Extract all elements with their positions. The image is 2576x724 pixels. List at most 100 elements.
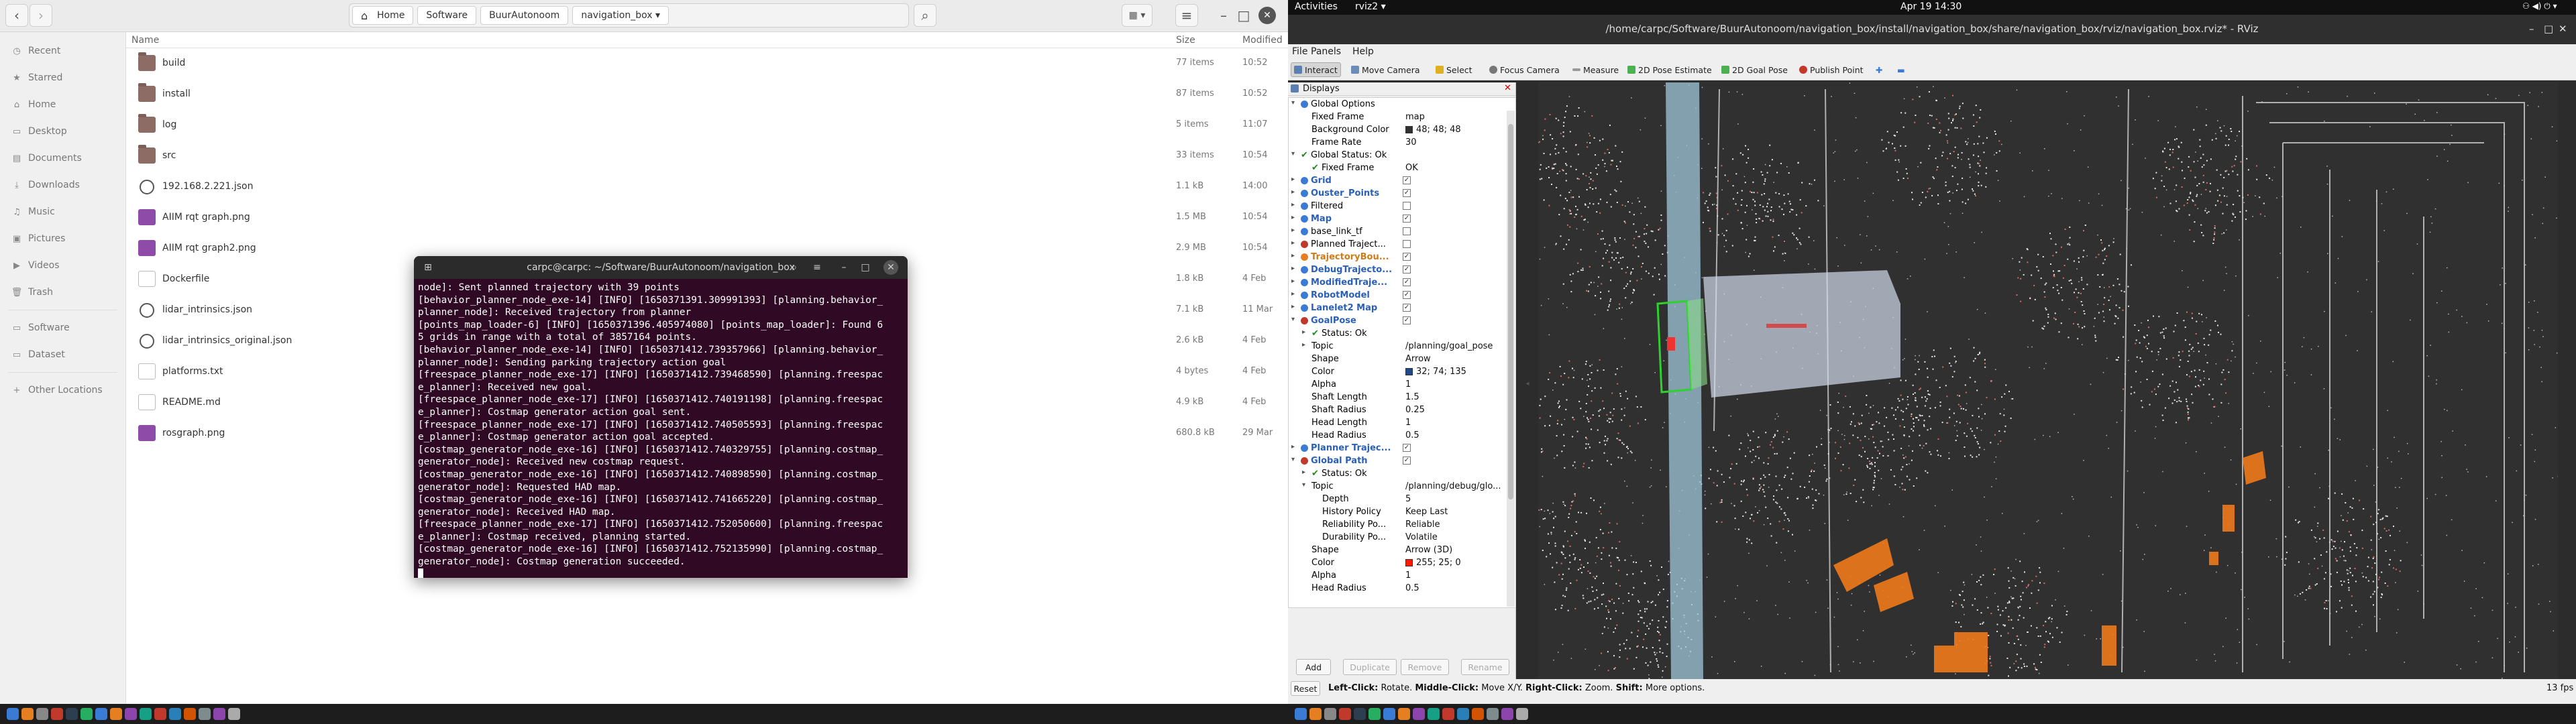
expand-arrow-icon[interactable]: ▸ bbox=[1291, 176, 1295, 183]
expand-arrow-icon[interactable]: ▸ bbox=[1291, 278, 1295, 285]
sidebar-item-dataset[interactable]: ▭ Dataset bbox=[0, 341, 125, 368]
visibility-checkbox[interactable]: ✓ bbox=[1403, 189, 1411, 197]
sidebar-item-home[interactable]: ⌂ Home bbox=[0, 91, 125, 118]
taskbar-app-icon[interactable] bbox=[1428, 708, 1440, 720]
taskbar-app-icon[interactable] bbox=[1295, 708, 1307, 720]
tree-value[interactable]: /planning/goal_pose bbox=[1405, 341, 1493, 351]
tree-row[interactable]: Shaft Length 1.5 bbox=[1289, 391, 1510, 404]
expand-arrow-icon[interactable]: ▸ bbox=[1302, 341, 1305, 349]
taskbar-app-icon[interactable] bbox=[1457, 708, 1469, 720]
visibility-checkbox[interactable]: ✓ bbox=[1403, 457, 1411, 465]
taskbar-app-icon[interactable] bbox=[154, 708, 166, 720]
remove-tool-button[interactable]: ▬ bbox=[1894, 62, 1908, 77]
tree-row[interactable]: Shape Arrow (3D) bbox=[1289, 544, 1510, 556]
tree-row[interactable]: ▸ Filtered bbox=[1289, 200, 1510, 213]
taskbar-app-icon[interactable] bbox=[51, 708, 63, 720]
tree-row[interactable]: Depth 5 bbox=[1289, 493, 1510, 505]
tree-value[interactable]: 5 bbox=[1405, 494, 1411, 504]
taskbar-app-icon[interactable] bbox=[140, 708, 152, 720]
tree-row[interactable]: ▸ RobotModel ✓ bbox=[1289, 289, 1510, 302]
visibility-checkbox[interactable]: ✓ bbox=[1403, 316, 1411, 324]
tree-row[interactable]: ▾ ✔ Global Status: Ok bbox=[1289, 149, 1510, 162]
tool-move-camera[interactable]: Move Camera bbox=[1348, 62, 1423, 77]
file-row[interactable]: AIIM rqt graph.png 1.5 MB 10:54 bbox=[126, 202, 1288, 233]
tree-row[interactable]: ▸ Planner Trajec... ✓ bbox=[1289, 442, 1510, 455]
menu-panels[interactable]: Panels bbox=[1311, 46, 1341, 57]
sidebar-item-documents[interactable]: ▤ Documents bbox=[0, 145, 125, 172]
reset-view-button[interactable]: Reset bbox=[1291, 681, 1320, 696]
sidebar-item-recent[interactable]: ◷ Recent bbox=[0, 38, 125, 64]
taskbar-app-icon[interactable] bbox=[1383, 708, 1395, 720]
tree-row[interactable]: ▸ ✔ Status: Ok bbox=[1289, 327, 1510, 340]
maximize-button[interactable]: □ bbox=[1234, 4, 1253, 27]
tree-scrollbar[interactable] bbox=[1507, 111, 1515, 607]
tree-row[interactable]: ▾ Global Options bbox=[1289, 98, 1510, 111]
tool-select[interactable]: Select bbox=[1433, 62, 1475, 77]
tree-row[interactable]: Durability Po... Volatile bbox=[1289, 531, 1510, 544]
taskbar-app-icon[interactable] bbox=[1516, 708, 1528, 720]
tree-row[interactable]: Reliability Po... Reliable bbox=[1289, 518, 1510, 531]
expand-arrow-icon[interactable]: ▸ bbox=[1291, 239, 1295, 247]
tree-row[interactable]: History Policy Keep Last bbox=[1289, 505, 1510, 518]
tree-value[interactable]: 48; 48; 48 bbox=[1416, 125, 1461, 135]
3d-viewport[interactable] bbox=[1538, 82, 2558, 679]
rename-display-button[interactable]: Rename bbox=[1461, 659, 1509, 675]
taskbar-app-icon[interactable] bbox=[1368, 708, 1381, 720]
visibility-checkbox[interactable]: ✓ bbox=[1403, 278, 1411, 286]
system-tray[interactable]: ⚇ ◀) ⏻ ▾ bbox=[2522, 1, 2557, 11]
sidebar-item-pictures[interactable]: ▣ Pictures bbox=[0, 225, 125, 252]
tree-value[interactable]: 255; 25; 0 bbox=[1416, 558, 1461, 568]
tool-measure[interactable]: Measure bbox=[1570, 62, 1621, 77]
tree-row[interactable]: ▸ Grid ✓ bbox=[1289, 174, 1510, 187]
tree-row[interactable]: ✔ Fixed Frame OK bbox=[1289, 162, 1510, 174]
visibility-checkbox[interactable]: ✓ bbox=[1403, 444, 1411, 452]
expand-arrow-icon[interactable]: ▾ bbox=[1302, 481, 1305, 489]
expand-arrow-icon[interactable]: ▸ bbox=[1302, 469, 1305, 476]
tree-row[interactable]: ▸ base_link_tf bbox=[1289, 225, 1510, 238]
visibility-checkbox[interactable]: ✓ bbox=[1403, 265, 1411, 274]
tree-row[interactable]: ▸ ✔ Status: Ok bbox=[1289, 467, 1510, 480]
taskbar-app-icon[interactable] bbox=[199, 708, 211, 720]
tree-value[interactable]: OK bbox=[1405, 163, 1418, 173]
tree-row[interactable]: Color 32; 74; 135 bbox=[1289, 365, 1510, 378]
sidebar-item-videos[interactable]: ▶ Videos bbox=[0, 252, 125, 279]
activities-button[interactable]: Activities bbox=[1295, 1, 1338, 12]
taskbar-app-icon[interactable] bbox=[1413, 708, 1425, 720]
menu-button[interactable]: ≡ bbox=[1175, 4, 1198, 27]
column-modified[interactable]: Modified bbox=[1242, 35, 1283, 46]
expand-arrow-icon[interactable]: ▸ bbox=[1291, 265, 1295, 272]
breadcrumb-software[interactable]: Software bbox=[417, 6, 477, 25]
taskbar-app-icon[interactable] bbox=[1309, 708, 1322, 720]
duplicate-display-button[interactable]: Duplicate bbox=[1343, 659, 1397, 675]
taskbar-app-icon[interactable] bbox=[21, 708, 34, 720]
color-swatch[interactable] bbox=[1405, 559, 1413, 566]
tree-value[interactable]: 1 bbox=[1405, 379, 1411, 389]
tree-value[interactable]: Keep Last bbox=[1405, 507, 1448, 517]
taskbar-app-icon[interactable] bbox=[213, 708, 225, 720]
visibility-checkbox[interactable]: ✓ bbox=[1403, 291, 1411, 299]
file-row[interactable]: src 33 items 10:54 bbox=[126, 141, 1288, 172]
sidebar-item-trash[interactable]: 🗑 Trash bbox=[0, 279, 125, 306]
expand-arrow-icon[interactable]: ▾ bbox=[1291, 99, 1295, 107]
panel-collapse-handle[interactable]: ◂ bbox=[1519, 375, 1536, 391]
tree-row[interactable]: ▾ GoalPose ✓ bbox=[1289, 314, 1510, 327]
sidebar-item-downloads[interactable]: ⤓ Downloads bbox=[0, 172, 125, 198]
sidebar-item-software[interactable]: ▭ Software bbox=[0, 314, 125, 341]
tree-value[interactable]: 1 bbox=[1405, 570, 1411, 581]
tree-value[interactable]: Arrow bbox=[1405, 354, 1431, 364]
app-menu[interactable]: rviz2 ▾ bbox=[1355, 1, 1386, 12]
tree-row[interactable]: Head Length 1 bbox=[1289, 416, 1510, 429]
add-tool-button[interactable]: ✚ bbox=[1873, 62, 1885, 77]
visibility-checkbox[interactable] bbox=[1403, 240, 1411, 248]
taskbar-app-icon[interactable] bbox=[80, 708, 93, 720]
expand-arrow-icon[interactable]: ▸ bbox=[1291, 201, 1295, 208]
visibility-checkbox[interactable]: ✓ bbox=[1403, 304, 1411, 312]
taskbar-app-icon[interactable] bbox=[66, 708, 78, 720]
breadcrumb-home[interactable]: Home bbox=[352, 6, 414, 25]
rviz-minimize-button[interactable]: – bbox=[2529, 23, 2534, 35]
tree-row[interactable]: ▸ Map ✓ bbox=[1289, 213, 1510, 225]
sidebar-item-desktop[interactable]: ▭ Desktop bbox=[0, 118, 125, 145]
taskbar-app-icon[interactable] bbox=[1472, 708, 1484, 720]
tool-interact[interactable]: Interact bbox=[1291, 62, 1341, 77]
taskbar-app-icon[interactable] bbox=[1339, 708, 1351, 720]
